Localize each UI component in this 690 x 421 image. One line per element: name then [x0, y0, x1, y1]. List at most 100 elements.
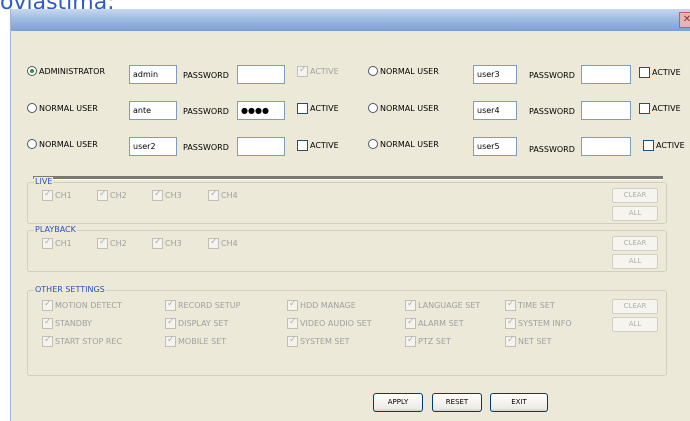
live-ch1-checkbox: CH1: [42, 189, 72, 201]
role-label: NORMAL USER: [380, 139, 439, 149]
username-field-left-1[interactable]: admin: [129, 65, 177, 84]
other-setting-label: DISPLAY SET: [178, 319, 229, 328]
apply-button[interactable]: APPLY: [373, 393, 423, 412]
username-field-left-2[interactable]: ante: [129, 101, 177, 120]
checkbox-icon: [297, 103, 308, 114]
live-group: LIVE CH1 CH2 CH3 CH4 CLEAR ALL: [27, 177, 667, 224]
checkbox-icon: [505, 317, 516, 329]
username-field-left-3[interactable]: user2: [129, 137, 177, 156]
channel-label: CH4: [221, 191, 238, 200]
password-field-left-3[interactable]: [237, 137, 285, 156]
password-field-right-2[interactable]: [581, 101, 631, 120]
close-icon[interactable]: ✕: [679, 12, 690, 28]
other-clear-button: CLEAR: [612, 299, 658, 314]
checkbox-icon: [639, 103, 650, 114]
other-setting-checkbox: START STOP REC: [42, 335, 123, 347]
active-label: ACTIVE: [652, 68, 681, 77]
section-divider: [33, 176, 663, 180]
checkbox-icon: [97, 237, 108, 249]
live-group-title: LIVE: [34, 177, 54, 186]
active-checkbox-left-3[interactable]: ACTIVE: [297, 140, 339, 151]
checkbox-icon: [208, 189, 219, 201]
active-checkbox-right-2[interactable]: ACTIVE: [639, 103, 681, 114]
reset-button[interactable]: RESET: [432, 393, 482, 412]
live-clear-button: CLEAR: [612, 188, 658, 203]
playback-ch1-checkbox: CH1: [42, 237, 72, 249]
other-setting-checkbox: NET SET: [505, 335, 552, 347]
other-setting-checkbox: TIME SET: [505, 299, 555, 311]
checkbox-icon: [42, 317, 53, 329]
role-radio-left-1[interactable]: ADMINISTRATOR: [27, 66, 105, 76]
other-setting-checkbox: RECORD SETUP: [165, 299, 241, 311]
other-all-button: ALL: [612, 317, 658, 332]
playback-group: PLAYBACK CH1 CH2 CH3 CH4 CLEAR ALL: [27, 225, 667, 272]
password-field-left-1[interactable]: [237, 65, 285, 84]
active-label: ACTIVE: [656, 141, 685, 150]
username-field-right-1[interactable]: user3: [473, 65, 517, 84]
active-label: ACTIVE: [310, 67, 339, 76]
playback-clear-button: CLEAR: [612, 236, 658, 251]
radio-icon: [27, 139, 37, 149]
password-label: PASSWORD: [529, 107, 575, 116]
other-setting-label: TIME SET: [518, 301, 555, 310]
active-label: ACTIVE: [310, 104, 339, 113]
checkbox-icon: [42, 299, 53, 311]
channel-label: CH3: [165, 239, 182, 248]
role-radio-left-2[interactable]: NORMAL USER: [27, 103, 98, 113]
role-radio-right-2[interactable]: NORMAL USER: [368, 103, 439, 113]
other-setting-checkbox: VIDEO AUDIO SET: [287, 317, 372, 329]
role-label: NORMAL USER: [39, 139, 98, 149]
other-setting-checkbox: DISPLAY SET: [165, 317, 229, 329]
role-radio-left-3[interactable]: NORMAL USER: [27, 139, 98, 149]
username-field-right-3[interactable]: user5: [473, 137, 517, 156]
playback-all-button: ALL: [612, 254, 658, 269]
role-label: ADMINISTRATOR: [39, 66, 106, 76]
channel-label: CH2: [110, 239, 127, 248]
checkbox-icon: [165, 335, 176, 347]
other-setting-label: MOTION DETECT: [55, 301, 122, 310]
playback-ch4-checkbox: CH4: [208, 237, 238, 249]
checkbox-icon: [42, 189, 53, 201]
other-setting-label: ALARM SET: [418, 319, 464, 328]
password-field-right-3[interactable]: [581, 137, 631, 156]
checkbox-icon: [152, 189, 163, 201]
active-checkbox-right-1[interactable]: ACTIVE: [639, 67, 681, 78]
checkbox-icon: [287, 317, 298, 329]
active-checkbox-right-3[interactable]: ACTIVE: [643, 140, 685, 151]
other-setting-checkbox: ALARM SET: [405, 317, 464, 329]
other-setting-label: RECORD SETUP: [178, 301, 241, 310]
other-setting-label: PTZ SET: [418, 337, 451, 346]
other-setting-label: SYSTEM INFO: [518, 319, 572, 328]
window-titlebar: ✕: [11, 9, 690, 31]
active-checkbox-left-2[interactable]: ACTIVE: [297, 103, 339, 114]
checkbox-icon: [152, 237, 163, 249]
password-label: PASSWORD: [183, 143, 229, 152]
live-ch4-checkbox: CH4: [208, 189, 238, 201]
other-setting-checkbox: PTZ SET: [405, 335, 451, 347]
radio-icon: [368, 66, 378, 76]
password-field-left-2[interactable]: ●●●●: [237, 101, 285, 120]
role-radio-right-3[interactable]: NORMAL USER: [368, 139, 439, 149]
checkbox-icon: [208, 237, 219, 249]
other-setting-label: START STOP REC: [55, 337, 123, 346]
live-ch3-checkbox: CH3: [152, 189, 182, 201]
other-setting-label: SYSTEM SET: [300, 337, 350, 346]
other-setting-label: HDD MANAGE: [300, 301, 356, 310]
other-setting-checkbox: STANDBY: [42, 317, 92, 329]
other-settings-group: OTHER SETTINGS MOTION DETECT RECORD SETUP…: [27, 285, 667, 376]
active-label: ACTIVE: [310, 141, 339, 150]
role-label: NORMAL USER: [380, 103, 439, 113]
password-field-right-1[interactable]: [581, 65, 631, 84]
checkbox-icon: [165, 317, 176, 329]
checkbox-icon: [287, 299, 298, 311]
other-setting-label: LANGUAGE SET: [418, 301, 481, 310]
other-setting-checkbox: LANGUAGE SET: [405, 299, 481, 311]
other-setting-checkbox: MOBILE SET: [165, 335, 226, 347]
checkbox-icon: [405, 317, 416, 329]
playback-ch3-checkbox: CH3: [152, 237, 182, 249]
role-label: NORMAL USER: [39, 103, 98, 113]
exit-button[interactable]: EXIT: [490, 393, 548, 412]
username-field-right-2[interactable]: user4: [473, 101, 517, 120]
other-setting-label: VIDEO AUDIO SET: [300, 319, 372, 328]
role-radio-right-1[interactable]: NORMAL USER: [368, 66, 439, 76]
